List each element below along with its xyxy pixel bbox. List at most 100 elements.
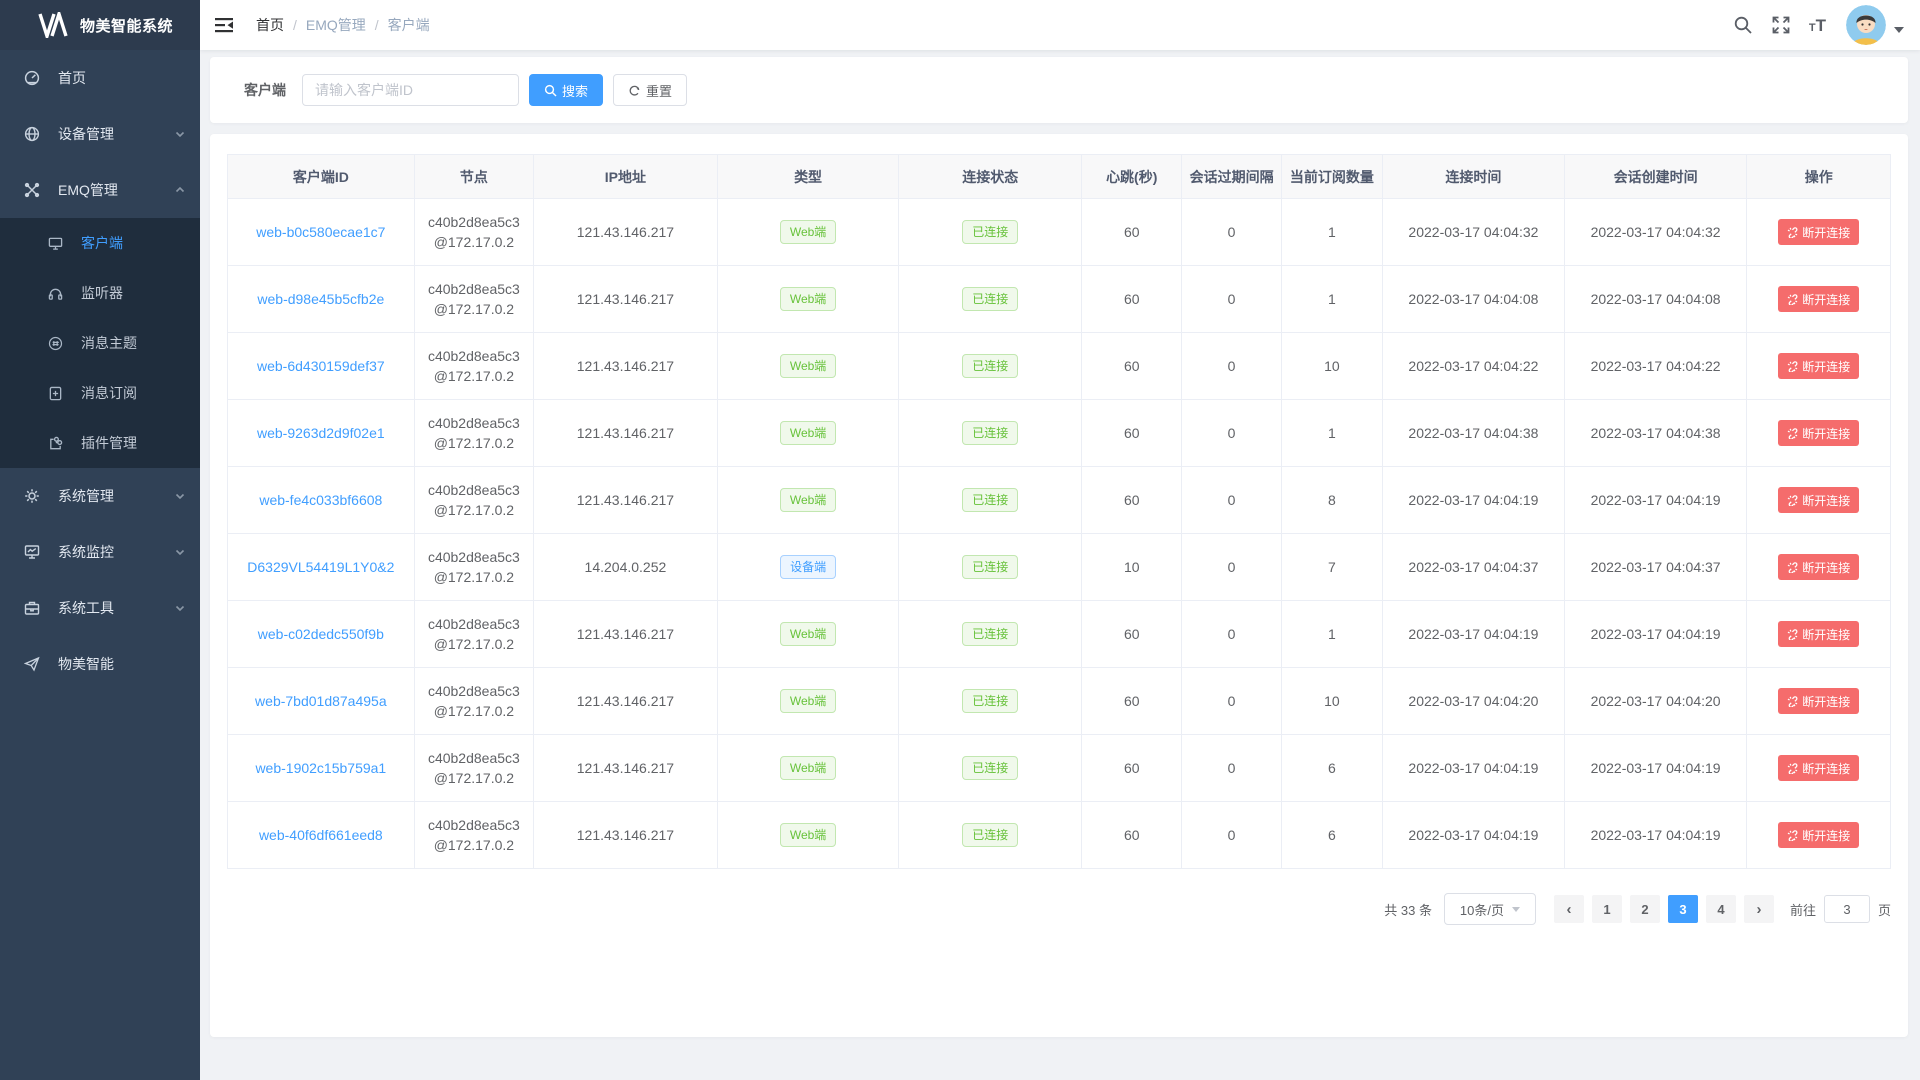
font-size-icon[interactable]: TT (1809, 17, 1826, 34)
disconnect-button[interactable]: 断开连接 (1778, 219, 1859, 245)
breadcrumb-separator: / (293, 17, 297, 33)
disconnect-button[interactable]: 断开连接 (1778, 286, 1859, 312)
cell-subscriptions: 10 (1281, 668, 1382, 735)
cell-node: c40b2d8ea5c3@172.17.0.2 (414, 601, 533, 668)
cell-created-at: 2022-03-17 04:04:32 (1564, 199, 1747, 266)
cell-actions: 断开连接 (1747, 266, 1891, 333)
col-type: 类型 (717, 155, 899, 199)
clients-table: 客户端ID 节点 IP地址 类型 连接状态 心跳(秒) 会话过期间隔 当前订阅数… (227, 154, 1891, 869)
app-logo[interactable]: 物美智能系统 (0, 0, 200, 50)
cell-node: c40b2d8ea5c3@172.17.0.2 (414, 400, 533, 467)
cell-connected-at: 2022-03-17 04:04:38 (1383, 400, 1565, 467)
sidebar-item-system-monitor[interactable]: 系统监控 (0, 524, 200, 580)
disconnect-button[interactable]: 断开连接 (1778, 621, 1859, 647)
search-icon (544, 84, 557, 97)
cell-status: 已连接 (899, 199, 1082, 266)
sidebar-item-plugins[interactable]: 插件管理 (0, 418, 200, 468)
sidebar-item-wumei[interactable]: 物美智能 (0, 636, 200, 692)
cell-expiry: 0 (1182, 333, 1281, 400)
cell-heartbeat: 60 (1082, 668, 1182, 735)
page-button-2[interactable]: 2 (1630, 895, 1660, 923)
type-tag: Web端 (780, 354, 836, 378)
search-icon[interactable] (1733, 15, 1753, 35)
status-tag: 已连接 (962, 622, 1018, 646)
cell-created-at: 2022-03-17 04:04:19 (1564, 735, 1747, 802)
table-header-row: 客户端ID 节点 IP地址 类型 连接状态 心跳(秒) 会话过期间隔 当前订阅数… (228, 155, 1891, 199)
client-id-link[interactable]: web-b0c580ecae1c7 (256, 224, 385, 240)
page-button-4[interactable]: 4 (1706, 895, 1736, 923)
disconnect-button[interactable]: 断开连接 (1778, 755, 1859, 781)
unlink-icon (1787, 361, 1798, 372)
sidebar-item-listeners[interactable]: 监听器 (0, 268, 200, 318)
client-id-link[interactable]: web-40f6df661eed8 (259, 827, 383, 843)
client-id-link[interactable]: web-d98e45b5cfb2e (257, 291, 384, 307)
col-subscriptions: 当前订阅数量 (1281, 155, 1382, 199)
navbar-actions: TT (1715, 5, 1920, 45)
cell-heartbeat: 60 (1082, 802, 1182, 869)
disconnect-button[interactable]: 断开连接 (1778, 420, 1859, 446)
search-button[interactable]: 搜索 (529, 74, 603, 106)
client-id-input[interactable] (302, 74, 519, 106)
user-menu[interactable] (1846, 5, 1904, 45)
client-id-link[interactable]: web-7bd01d87a495a (255, 693, 387, 709)
col-status: 连接状态 (899, 155, 1082, 199)
sidebar-item-clients[interactable]: 客户端 (0, 218, 200, 268)
cell-client-id: web-40f6df661eed8 (228, 802, 415, 869)
client-id-link[interactable]: D6329VL54419L1Y0&2 (247, 559, 394, 575)
type-tag: Web端 (780, 220, 836, 244)
cell-connected-at: 2022-03-17 04:04:19 (1383, 601, 1565, 668)
sidebar-item-label: EMQ管理 (58, 180, 174, 200)
col-heartbeat: 心跳(秒) (1082, 155, 1182, 199)
disconnect-button[interactable]: 断开连接 (1778, 353, 1859, 379)
sidebar-item-home[interactable]: 首页 (0, 50, 200, 106)
chevron-down-icon (174, 128, 186, 140)
cell-node: c40b2d8ea5c3@172.17.0.2 (414, 333, 533, 400)
disconnect-button[interactable]: 断开连接 (1778, 554, 1859, 580)
client-id-link[interactable]: web-fe4c033bf6608 (259, 492, 382, 508)
breadcrumb-home[interactable]: 首页 (256, 15, 284, 35)
sidebar-item-devices[interactable]: 设备管理 (0, 106, 200, 162)
cell-node: c40b2d8ea5c3@172.17.0.2 (414, 467, 533, 534)
col-actions: 操作 (1747, 155, 1891, 199)
col-created-at: 会话创建时间 (1564, 155, 1747, 199)
cell-client-id: web-fe4c033bf6608 (228, 467, 415, 534)
client-id-link[interactable]: web-c02dedc550f9b (258, 626, 384, 642)
prev-page-button[interactable]: ‹ (1554, 895, 1584, 923)
dashboard-icon (24, 70, 40, 86)
search-panel: 客户端 搜索 重置 (210, 57, 1908, 123)
page-button-3[interactable]: 3 (1668, 895, 1698, 923)
page-button-1[interactable]: 1 (1592, 895, 1622, 923)
type-tag: Web端 (780, 823, 836, 847)
client-id-link[interactable]: web-6d430159def37 (257, 358, 385, 374)
sidebar-item-system-tools[interactable]: 系统工具 (0, 580, 200, 636)
sidebar-item-system-admin[interactable]: 系统管理 (0, 468, 200, 524)
next-page-button[interactable]: › (1744, 895, 1774, 923)
cell-type: Web端 (717, 400, 899, 467)
disconnect-button[interactable]: 断开连接 (1778, 487, 1859, 513)
goto-page-input[interactable] (1824, 895, 1870, 923)
cell-connected-at: 2022-03-17 04:04:19 (1383, 735, 1565, 802)
total-count: 共 33 条 (1384, 900, 1432, 919)
cell-actions: 断开连接 (1747, 601, 1891, 668)
sidebar-item-label: 系统监控 (58, 542, 174, 562)
unlink-icon (1787, 629, 1798, 640)
client-id-link[interactable]: web-1902c15b759a1 (255, 760, 386, 776)
chevron-down-icon (174, 602, 186, 614)
fullscreen-icon[interactable] (1771, 15, 1791, 35)
sidebar-item-subscriptions[interactable]: 消息订阅 (0, 368, 200, 418)
sidebar-item-topics[interactable]: 消息主题 (0, 318, 200, 368)
disconnect-button[interactable]: 断开连接 (1778, 822, 1859, 848)
cell-expiry: 0 (1182, 735, 1281, 802)
avatar[interactable] (1846, 5, 1886, 45)
cell-status: 已连接 (899, 601, 1082, 668)
reset-button[interactable]: 重置 (613, 74, 687, 106)
collapse-sidebar-icon[interactable] (214, 15, 234, 35)
status-tag: 已连接 (962, 354, 1018, 378)
cell-ip: 121.43.146.217 (534, 802, 718, 869)
sidebar-item-emq[interactable]: EMQ管理 (0, 162, 200, 218)
page-size-select[interactable]: 10条/页 (1444, 893, 1536, 925)
cell-ip: 121.43.146.217 (534, 333, 718, 400)
disconnect-button[interactable]: 断开连接 (1778, 688, 1859, 714)
status-tag: 已连接 (962, 421, 1018, 445)
client-id-link[interactable]: web-9263d2d9f02e1 (257, 425, 385, 441)
